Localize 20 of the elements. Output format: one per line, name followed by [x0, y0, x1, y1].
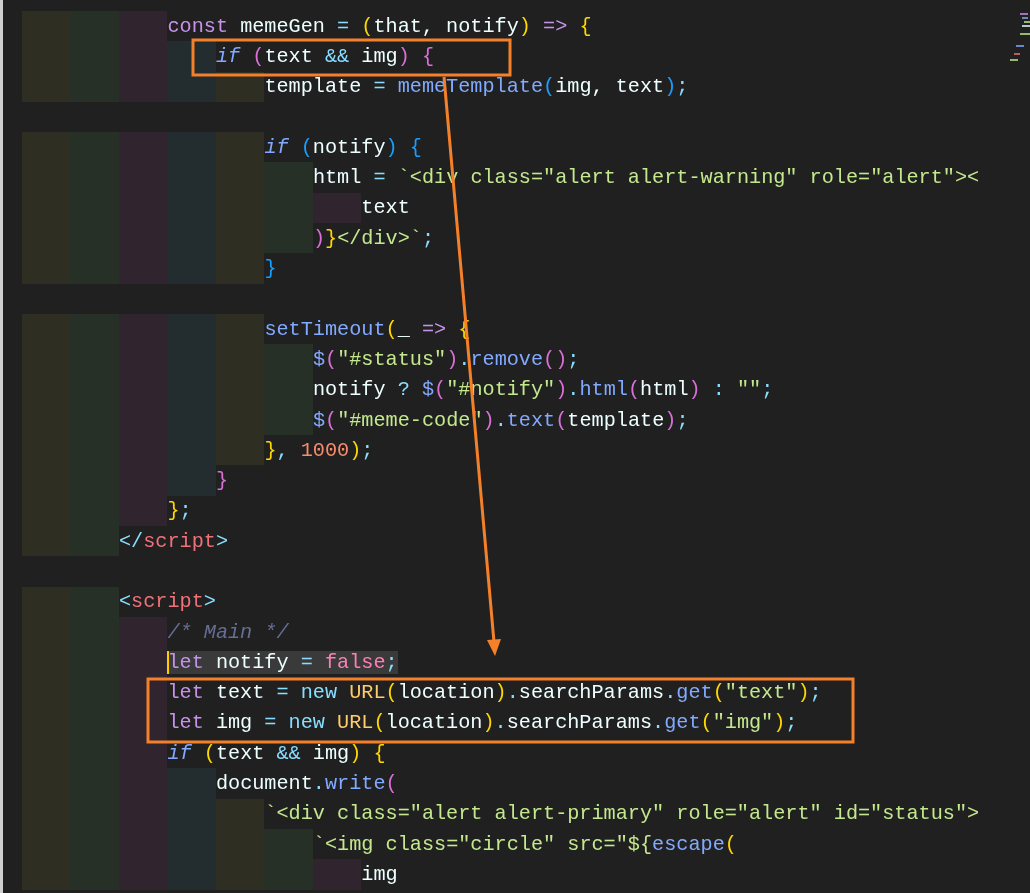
code-line: `<div class="alert alert-primary" role="alert" id="status">	[264, 802, 980, 826]
code-line: img	[361, 862, 398, 886]
code-line: }	[215, 469, 229, 493]
code-line: let text = new URL(location).searchParams.get("text");	[167, 681, 822, 705]
code-line: document.write(	[215, 772, 398, 796]
code-line: if (text && img) {	[215, 44, 434, 68]
code-line: };	[167, 499, 192, 523]
code-line: if (notify) {	[264, 135, 422, 159]
code-line: let img = new URL(location).searchParams.get("img");	[167, 711, 798, 735]
code-line: /* Main */	[167, 620, 289, 644]
code-line: const memeGen = (that, notify) => {	[167, 14, 592, 38]
code-line: )}</div>`;	[312, 226, 435, 250]
code-line: }, 1000);	[264, 438, 374, 462]
code-line: `<img class="circle" src="${escape(	[312, 832, 737, 856]
code-line: $("#status").remove();	[312, 347, 580, 371]
code-line: <script>	[118, 590, 216, 614]
code-line: }	[264, 257, 277, 280]
code-line: if (text && img) {	[167, 741, 386, 765]
code-line: </script>	[118, 529, 228, 553]
code-line: text	[361, 196, 410, 220]
